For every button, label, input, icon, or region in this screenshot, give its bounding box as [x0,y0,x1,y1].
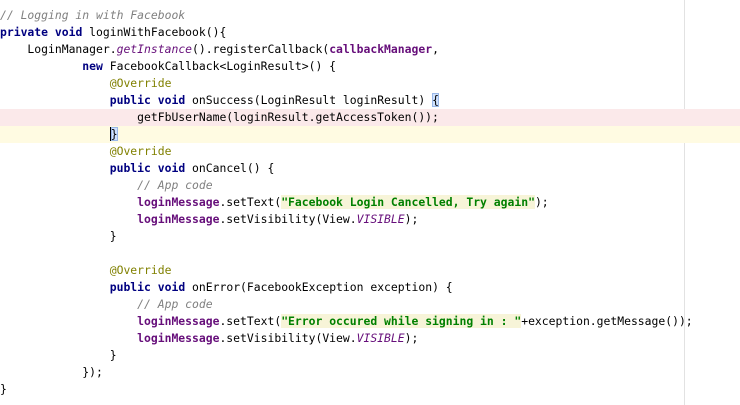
code-token: loginMessage [137,331,220,345]
code-token: "Facebook Login Cancelled, Try again" [281,195,535,209]
code-line[interactable]: new FacebookCallback<LoginResult>() { [0,58,740,75]
code-line[interactable]: public void onError(FacebookException ex… [0,279,740,296]
code-token: LoginManager. [0,42,117,56]
code-token: ); [534,195,549,209]
code-token: public [109,161,151,175]
code-token: { [432,93,439,107]
code-token: void [157,280,186,294]
code-token: loginWithFacebook(){ [82,25,227,39]
code-line[interactable]: @Override [0,143,740,160]
code-token: // Logging in with Facebook [0,8,186,22]
code-token: void [157,161,186,175]
code-token: @Override [109,263,172,277]
code-editor[interactable]: // Logging in with Facebook private void … [0,0,740,405]
code-line[interactable]: } [0,347,740,364]
code-token: callbackManager [329,42,433,56]
code-token: // App code [137,297,213,311]
code-token: .setText( [219,195,282,209]
code-token: FacebookCallback<LoginResult>() { [102,59,337,73]
code-token: .setVisibility(View. [219,331,357,345]
code-line[interactable]: loginMessage.setVisibility(View.VISIBLE)… [0,211,740,228]
code-token: void [157,93,186,107]
code-token: getInstance [116,42,193,56]
code-token: onCancel() { [185,161,275,175]
code-token: ().registerCallback( [192,42,330,56]
code-line[interactable]: loginMessage.setVisibility(View.VISIBLE)… [0,330,740,347]
code-token: @Override [109,144,172,158]
code-token: VISIBLE [356,331,405,345]
code-token: new [82,59,103,73]
code-token: // App code [137,178,213,192]
code-line[interactable]: LoginManager.getInstance().registerCallb… [0,41,740,58]
code-token: private [0,25,49,39]
code-token: "Error occured while signing in : " [281,314,522,328]
code-line[interactable]: loginMessage.setText("Error occured whil… [0,313,740,330]
code-token: }); [0,365,103,379]
code-token: onSuccess(LoginResult loginResult) [185,93,433,107]
code-token: getFbUserName(loginResult.getAccessToken… [0,110,439,124]
code-line[interactable]: getFbUserName(loginResult.getAccessToken… [0,109,740,126]
code-line[interactable]: } [0,228,740,245]
code-token: public [109,280,151,294]
code-token: onError(FacebookException exception) { [185,280,453,294]
code-token: loginMessage [137,212,220,226]
code-token: loginMessage [137,314,220,328]
code-line[interactable]: public void onCancel() { [0,160,740,177]
code-line[interactable]: // App code [0,177,740,194]
code-token: .setVisibility(View. [219,212,357,226]
code-line[interactable]: }); [0,364,740,381]
code-line[interactable]: // Logging in with Facebook [0,7,740,24]
code-token: .setText( [219,314,282,328]
code-token: , [432,42,439,56]
code-token: ); [404,331,419,345]
code-token: } [0,382,7,396]
code-token: @Override [109,76,172,90]
code-line[interactable]: public void onSuccess(LoginResult loginR… [0,92,740,109]
code-token: } [109,127,118,141]
code-line[interactable]: } [0,126,740,143]
code-token: public [109,93,151,107]
code-token: ); [404,212,419,226]
code-line[interactable]: private void loginWithFacebook(){ [0,24,740,41]
code-line[interactable]: // App code [0,296,740,313]
code-token: } [0,229,117,243]
code-token: +exception.getMessage()); [521,314,693,328]
code-line[interactable]: @Override [0,262,740,279]
code-token: VISIBLE [356,212,405,226]
code-token: } [0,348,117,362]
code-line[interactable] [0,245,740,262]
code-token: void [54,25,83,39]
code-token: loginMessage [137,195,220,209]
code-line[interactable]: @Override [0,75,740,92]
code-line[interactable]: } [0,381,740,398]
code-line[interactable]: loginMessage.setText("Facebook Login Can… [0,194,740,211]
